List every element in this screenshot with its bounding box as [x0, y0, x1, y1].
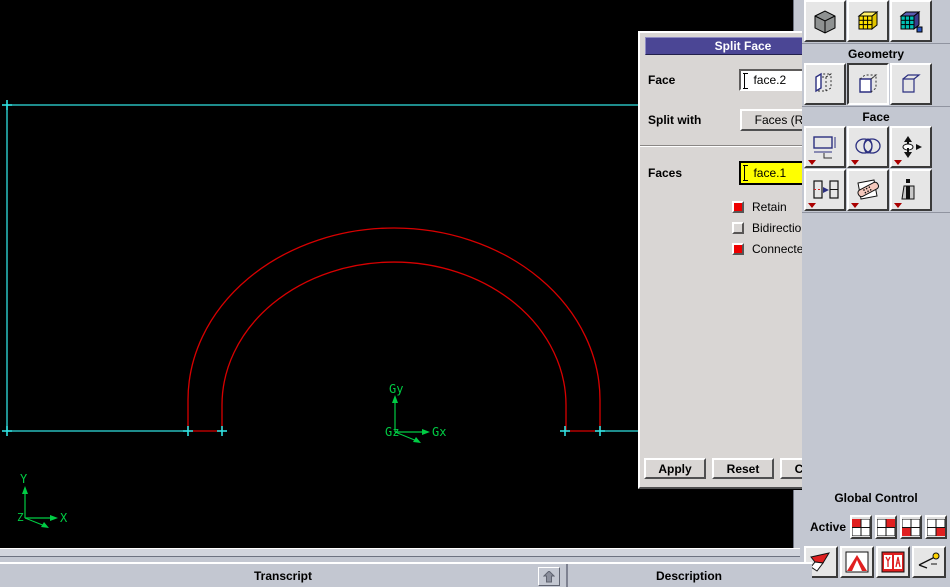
global-control-icon-row — [804, 546, 950, 578]
dropdown-caret-icon[interactable] — [808, 203, 816, 208]
quadrant-bottom-right-icon — [927, 519, 945, 536]
global-control-title: Global Control — [802, 487, 950, 505]
link-face-icon-button[interactable] — [847, 169, 889, 211]
quadrant-bottom-left-icon — [902, 519, 920, 536]
volume-icon — [812, 72, 838, 96]
quadrant-bottom-right-icon-button[interactable] — [925, 515, 947, 539]
specify-color-icon — [917, 551, 941, 573]
dropdown-caret-icon[interactable] — [851, 160, 859, 165]
description-label: Description — [656, 569, 722, 583]
reset-button-label: Reset — [727, 462, 760, 476]
face-input[interactable]: face.2 — [739, 69, 805, 91]
viewport-horizontal-splitter[interactable] — [0, 548, 800, 557]
face-input-value: face.2 — [753, 73, 786, 87]
create-face-icon — [811, 134, 839, 160]
view-triad-z-label: Z — [17, 511, 24, 524]
text-cursor-icon — [744, 73, 750, 89]
dropdown-caret-icon[interactable] — [808, 160, 816, 165]
connected-checkbox[interactable] — [732, 243, 744, 255]
summarize-face-icon — [898, 177, 924, 203]
teal-mesh-cube-icon — [898, 8, 924, 34]
apply-button-label: Apply — [658, 462, 691, 476]
summarize-face-icon-button[interactable] — [890, 169, 932, 211]
specify-color-icon-button[interactable] — [912, 546, 946, 578]
view-triad — [22, 486, 58, 528]
render-shade-icon-button[interactable] — [840, 546, 874, 578]
yellow-mesh-cube-icon-button[interactable] — [847, 0, 889, 42]
dialog-title-text: Split Face — [715, 39, 772, 53]
operation-toolbar — [802, 0, 950, 44]
text-cursor-icon — [744, 165, 750, 181]
solid-cube-icon — [812, 8, 838, 34]
application-window: Gy Gx Gz Y X Z Split Face Face — [0, 0, 950, 587]
edge-icon-button[interactable] — [890, 63, 932, 105]
bidirectional-checkbox[interactable] — [732, 222, 744, 234]
up-arrow-icon — [543, 571, 555, 583]
view-triad-y-label: Y — [20, 472, 28, 486]
geometry-toolbar: Geometry — [802, 44, 950, 107]
axes-orient-icon-button[interactable] — [876, 546, 910, 578]
status-bar: Transcript Description — [0, 562, 812, 587]
faces-input-value: face.1 — [753, 166, 786, 180]
dropdown-caret-icon[interactable] — [851, 203, 859, 208]
move-copy-face-icon — [898, 134, 924, 160]
retain-label: Retain — [752, 200, 787, 214]
domain-outline — [7, 105, 640, 431]
quadrant-top-right-icon-button[interactable] — [875, 515, 897, 539]
axes-orient-icon — [881, 551, 905, 573]
render-shade-icon — [845, 551, 869, 573]
global-triad-x-label: Gx — [432, 425, 446, 439]
global-triad-y-label: Gy — [389, 382, 403, 396]
solid-cube-icon-button[interactable] — [804, 0, 846, 42]
quadrant-top-right-icon — [877, 519, 895, 536]
active-label: Active — [810, 520, 850, 534]
retain-checkbox[interactable] — [732, 201, 744, 213]
geometry-toolbar-title: Geometry — [802, 44, 950, 63]
faces-label: Faces — [648, 166, 739, 180]
quadrant-bottom-left-icon-button[interactable] — [900, 515, 922, 539]
volume-icon-button[interactable] — [804, 63, 846, 105]
face-label: Face — [648, 73, 739, 87]
select-arrow-icon — [809, 551, 833, 573]
create-face-icon-button[interactable] — [804, 126, 846, 168]
edge-icon — [898, 72, 924, 96]
reset-button[interactable]: Reset — [712, 458, 774, 479]
face-toolbar-title: Face — [802, 107, 950, 126]
transcript-scroll-up-button[interactable] — [538, 567, 560, 586]
active-quadrant-row: Active — [802, 515, 950, 539]
transcript-panel[interactable]: Transcript — [0, 564, 568, 587]
split-with-label: Split with — [648, 113, 740, 127]
dropdown-caret-icon[interactable] — [894, 160, 902, 165]
boolean-face-icon-button[interactable] — [847, 126, 889, 168]
transcript-label: Transcript — [254, 569, 312, 583]
right-toolbar-column: Geometry — [802, 0, 950, 587]
global-triad-z-label: Gz — [385, 425, 399, 439]
inner-arch-curve — [222, 262, 566, 431]
yellow-mesh-cube-icon — [855, 8, 881, 34]
face-icon-button[interactable] — [847, 63, 889, 105]
quadrant-top-left-icon-button[interactable] — [850, 515, 872, 539]
description-panel[interactable]: Description — [568, 564, 810, 587]
face-toolbar: Face — [802, 107, 950, 213]
split-face-icon — [811, 177, 839, 203]
apply-button[interactable]: Apply — [644, 458, 706, 479]
face-icon — [855, 72, 881, 96]
split-face-icon-button[interactable] — [804, 169, 846, 211]
dropdown-caret-icon[interactable] — [894, 203, 902, 208]
boolean-face-icon — [853, 134, 883, 160]
move-copy-face-icon-button[interactable] — [890, 126, 932, 168]
faces-input[interactable]: face.1 — [739, 161, 805, 185]
teal-mesh-cube-icon-button[interactable] — [890, 0, 932, 42]
quadrant-top-left-icon — [852, 519, 870, 536]
global-control-panel: Global Control Active — [802, 487, 950, 587]
link-face-icon — [854, 177, 882, 203]
view-triad-x-label: X — [60, 511, 68, 525]
vertex-markers — [2, 100, 605, 436]
